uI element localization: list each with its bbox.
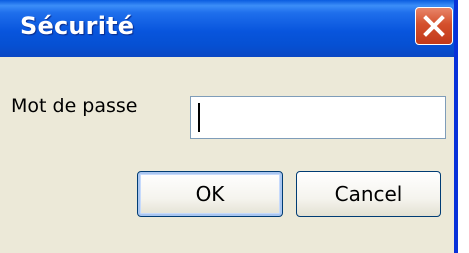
password-label: Mot de passe [11, 95, 138, 117]
security-dialog: Sécurité Mot de passe OK Cancel [0, 0, 458, 253]
text-caret [198, 103, 200, 132]
close-icon [423, 15, 445, 37]
dialog-body: Mot de passe OK Cancel [0, 57, 454, 253]
close-button[interactable] [415, 7, 453, 45]
password-input[interactable] [190, 96, 446, 139]
title-bar[interactable]: Sécurité [0, 0, 454, 57]
cancel-button[interactable]: Cancel [296, 171, 441, 217]
ok-button[interactable]: OK [137, 171, 283, 217]
window-title: Sécurité [20, 12, 135, 40]
